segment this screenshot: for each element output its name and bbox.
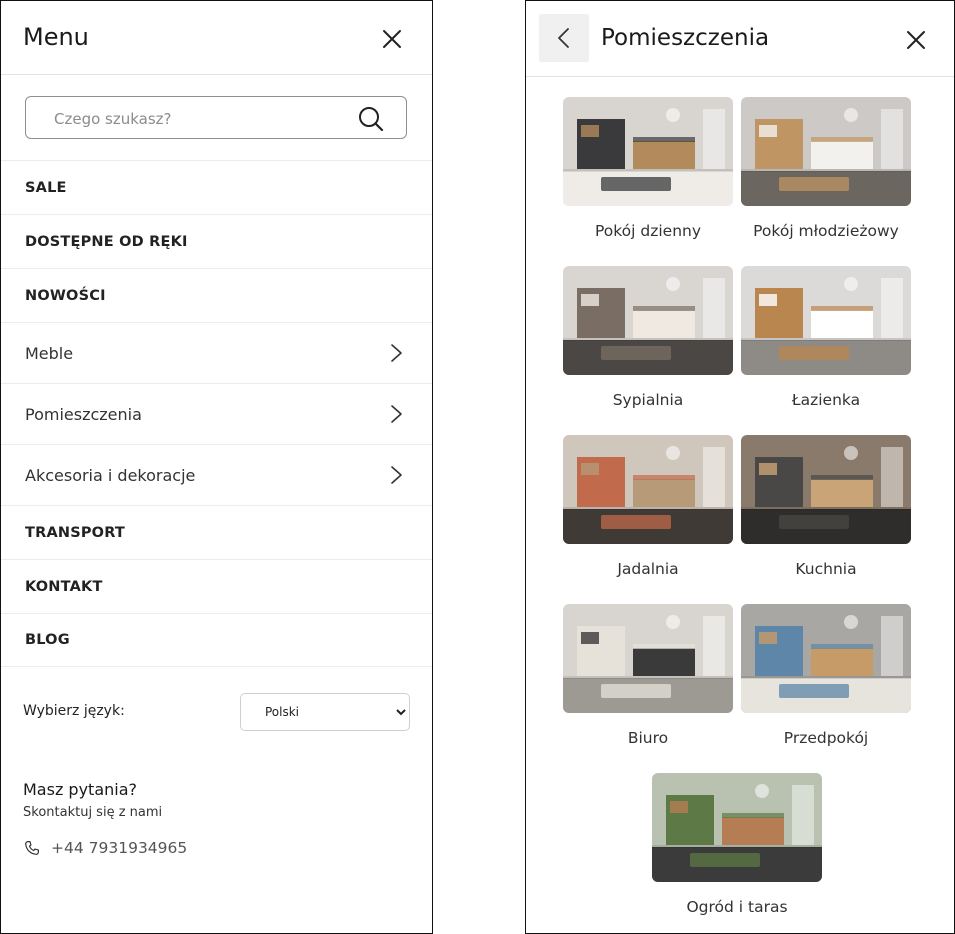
room-image xyxy=(741,97,911,206)
room-label: Pokój dzienny xyxy=(594,222,702,240)
nav-item-sale[interactable]: SALE xyxy=(1,160,432,214)
nav-item-label: Pomieszczenia xyxy=(25,404,142,424)
room-tile-przedpokoj[interactable]: Przedpokój xyxy=(741,604,911,747)
nav-item-nowosci[interactable]: NOWOŚCI xyxy=(1,268,432,322)
room-label: Jadalnia xyxy=(617,560,679,578)
room-label: Ogród i taras xyxy=(686,898,788,916)
chevron-right-icon xyxy=(391,466,402,484)
search-input[interactable] xyxy=(52,97,356,140)
room-image xyxy=(741,604,911,713)
menu-title: Menu xyxy=(23,23,89,51)
search-box xyxy=(25,96,407,140)
rooms-header: Pomieszczenia xyxy=(526,1,954,77)
nav-item-label: SALE xyxy=(25,179,67,196)
nav-item-label: NOWOŚCI xyxy=(25,287,106,304)
search-icon[interactable] xyxy=(358,106,384,132)
nav-item-dostepne-od-reki[interactable]: DOSTĘPNE OD RĘKI xyxy=(1,214,432,268)
room-label: Kuchnia xyxy=(795,560,857,578)
phone-link[interactable]: +44 7931934965 xyxy=(23,839,187,857)
room-tile-kuchnia[interactable]: Kuchnia xyxy=(741,435,911,578)
nav-item-label: DOSTĘPNE OD RĘKI xyxy=(25,233,188,250)
menu-header: Menu xyxy=(1,1,432,75)
main-navigation: SALE DOSTĘPNE OD RĘKI NOWOŚCI Meble Pomieszc… xyxy=(1,160,432,667)
phone-number: +44 7931934965 xyxy=(51,839,188,857)
nav-item-kontakt[interactable]: KONTAKT xyxy=(1,559,432,613)
room-tile-pokoj-mlodziezowy[interactable]: Pokój młodzieżowy xyxy=(741,97,911,240)
room-tile-jadalnia[interactable]: Jadalnia xyxy=(563,435,733,578)
room-image xyxy=(563,97,733,206)
chevron-left-icon xyxy=(558,28,569,48)
help-title: Masz pytania? xyxy=(23,780,138,799)
language-label: Wybierz język: xyxy=(23,703,125,719)
close-icon xyxy=(383,30,401,48)
room-image xyxy=(741,266,911,375)
room-image xyxy=(563,604,733,713)
room-label: Pokój młodzieżowy xyxy=(753,222,899,240)
room-image xyxy=(741,435,911,544)
chevron-right-icon xyxy=(391,344,402,362)
room-label: Sypialnia xyxy=(612,391,684,409)
close-icon xyxy=(907,31,925,49)
room-tile-biuro[interactable]: Biuro xyxy=(563,604,733,747)
menu-panel: Menu SALE DOSTĘPNE OD RĘKI NOWOŚCI Meble Pom… xyxy=(0,0,433,934)
nav-item-transport[interactable]: TRANSPORT xyxy=(1,505,432,559)
room-tile-ogrod-i-taras[interactable]: Ogród i taras xyxy=(652,773,822,916)
room-tile-lazienka[interactable]: Łazienka xyxy=(741,266,911,409)
rooms-panel: Pomieszczenia Pokój dzienny Pokój młodzie… xyxy=(525,0,955,934)
phone-icon xyxy=(25,841,39,855)
rooms-title: Pomieszczenia xyxy=(601,25,770,51)
nav-item-label: BLOG xyxy=(25,632,70,648)
room-image xyxy=(563,266,733,375)
nav-item-label: TRANSPORT xyxy=(25,524,126,541)
close-menu-button[interactable] xyxy=(380,27,404,51)
room-tile-pokoj-dzienny[interactable]: Pokój dzienny xyxy=(563,97,733,240)
nav-item-label: Meble xyxy=(25,343,74,363)
room-label: Biuro xyxy=(627,729,669,747)
room-image xyxy=(652,773,822,882)
nav-item-pomieszczenia[interactable]: Pomieszczenia xyxy=(1,383,432,444)
room-label: Przedpokój xyxy=(783,729,869,747)
chevron-right-icon xyxy=(391,405,402,423)
nav-item-meble[interactable]: Meble xyxy=(1,322,432,383)
room-tile-sypialnia[interactable]: Sypialnia xyxy=(563,266,733,409)
language-select[interactable]: Polski xyxy=(240,693,410,731)
close-rooms-button[interactable] xyxy=(904,28,928,52)
nav-item-blog[interactable]: BLOG xyxy=(1,613,432,667)
help-subtitle: Skontaktuj się z nami xyxy=(23,805,163,820)
nav-item-akcesoria-i-dekoracje[interactable]: Akcesoria i dekoracje xyxy=(1,444,432,505)
room-image xyxy=(563,435,733,544)
nav-item-label: Akcesoria i dekoracje xyxy=(25,465,196,485)
nav-item-label: KONTAKT xyxy=(25,578,103,595)
room-label: Łazienka xyxy=(791,391,861,409)
back-button[interactable] xyxy=(539,14,589,62)
